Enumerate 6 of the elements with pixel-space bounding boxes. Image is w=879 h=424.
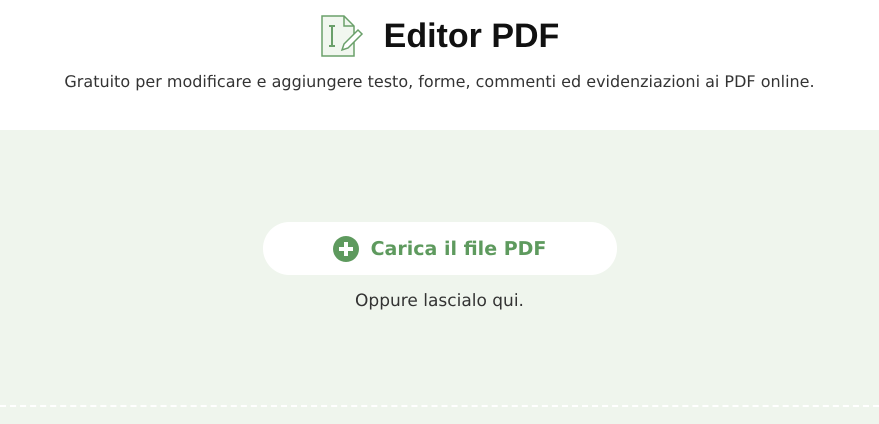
drop-hint: Oppure lascialo qui. [355,291,524,311]
page-title: Editor PDF [384,16,560,56]
plus-circle-icon [332,236,359,262]
page-subtitle: Gratuito per modificare e aggiungere testo, forme, commenti ed evidenziazioni ai PDF online. [64,72,815,91]
document-pencil-icon [320,14,366,58]
drop-zone[interactable]: Carica il file PDF Oppure lascialo qui. [0,130,879,424]
